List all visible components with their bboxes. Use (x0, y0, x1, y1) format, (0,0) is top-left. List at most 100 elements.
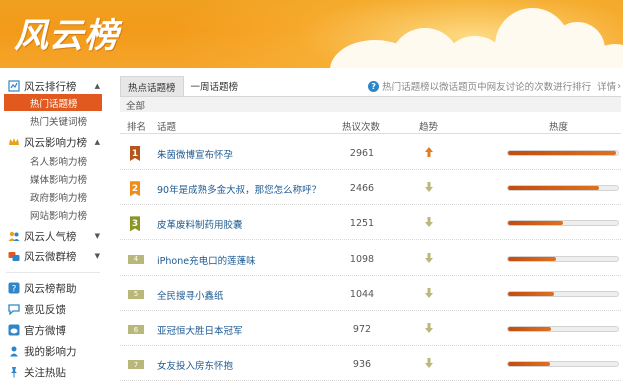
sidebar-link-feedback[interactable]: 意见反馈 (8, 299, 100, 319)
sidebar-link-label: 关注热贴 (24, 366, 66, 379)
weibo-icon (8, 324, 20, 336)
topic-link[interactable]: 亚冠恒大胜日本冠军 (157, 323, 243, 337)
table-row[interactable]: 1 朱茵微博宣布怀孕 2961 (120, 135, 621, 170)
person-icon (8, 345, 20, 357)
column-count: 热议次数 (342, 122, 381, 133)
notice-text: 热门话题榜以微话题页中网友讨论的次数进行排行 (382, 82, 592, 93)
question-icon: ? (368, 80, 380, 92)
table-row[interactable]: 3 皮革废料制药用胶囊 1251 (120, 205, 621, 241)
sidebar-group-ranking[interactable]: 风云排行榜 ▲ (8, 76, 100, 96)
collapse-icon[interactable]: ▲ (95, 138, 100, 146)
heat-bar-fill (508, 221, 563, 226)
topic-link[interactable]: 皮革废料制药用胶囊 (157, 217, 243, 231)
heat-bar (507, 326, 619, 332)
people-icon (8, 230, 20, 242)
rank-badge: 1 (130, 146, 140, 161)
trend-down-icon (425, 287, 433, 298)
sidebar-group-popularity[interactable]: 风云人气榜 ▼ (8, 226, 100, 246)
discussion-count: 2466 (349, 183, 375, 195)
feedback-icon (8, 303, 20, 315)
svg-text:?: ? (12, 285, 17, 295)
sidebar-link-label: 意见反馈 (24, 303, 66, 316)
heat-bar (507, 220, 619, 227)
table-row[interactable]: 5 全民搜寻小鑫纸 1044 (120, 276, 621, 311)
column-trend: 趋势 (419, 122, 439, 133)
sidebar-link-follow-hot[interactable]: 关注热贴 (8, 362, 100, 382)
table-row[interactable]: 4 iPhone充电口的莲蓬味 1098 (120, 241, 621, 276)
table-row[interactable]: 2 90年是成熟多金大叔，那您怎么称呼？ 2466 (120, 170, 621, 206)
sidebar-item-website[interactable]: 网站影响力榜 (4, 206, 102, 223)
discussion-count: 1251 (349, 218, 375, 230)
table-header: 排名 话题 热议次数 趋势 热度 (120, 116, 621, 134)
expand-icon[interactable]: ▼ (95, 232, 100, 240)
expand-icon[interactable]: ▼ (95, 252, 100, 260)
rank-badge: 7 (128, 360, 144, 370)
rank-badge: 6 (128, 325, 144, 334)
main-content: 热点话题榜 一周话题榜 ? 热门话题榜以微话题页中网友讨论的次数进行排行 详情 … (118, 68, 623, 383)
sidebar-link-my-influence[interactable]: 我的影响力 (8, 341, 100, 361)
heat-bar (507, 255, 619, 262)
topic-link[interactable]: 朱茵微博宣布怀孕 (157, 147, 233, 161)
collapse-icon[interactable]: ▲ (95, 82, 100, 90)
notice-detail-link[interactable]: 详情 (597, 79, 616, 93)
ranking-icon (8, 80, 20, 92)
help-icon: ? (8, 282, 20, 294)
crown-icon (8, 136, 20, 148)
tab-weekly-topics[interactable]: 一周话题榜 (184, 76, 246, 96)
sidebar-item-hot-topics[interactable]: 热门话题榜 (4, 94, 102, 111)
rank-badge: 5 (128, 289, 144, 299)
header-banner: 风云榜 (0, 0, 623, 68)
heat-bar-fill (508, 151, 616, 155)
sidebar-link-label: 我的影响力 (24, 345, 77, 358)
site-logo[interactable]: 风云榜 (14, 8, 119, 56)
sidebar-link-label: 风云榜帮助 (24, 282, 77, 295)
group-icon (8, 250, 20, 262)
rank-badge: 2 (130, 181, 140, 197)
heat-bar-fill (508, 256, 557, 261)
sidebar-link-help[interactable]: ? 风云榜帮助 (8, 278, 100, 298)
column-rank: 排名 (127, 122, 147, 133)
sidebar-group-influence[interactable]: 风云影响力榜 ▲ (8, 132, 100, 152)
sidebar-group-label: 风云微群榜 (24, 250, 77, 263)
sidebar-item-hot-keywords[interactable]: 热门关键词榜 (4, 112, 102, 129)
sidebar-group-label: 风云排行榜 (24, 80, 77, 93)
rank-badge: 4 (128, 254, 144, 264)
discussion-count: 1098 (349, 253, 375, 265)
table-row[interactable]: 6 亚冠恒大胜日本冠军 972 (120, 311, 621, 346)
topic-link[interactable]: 全民搜寻小鑫纸 (157, 288, 224, 302)
heat-bar-fill (508, 362, 550, 367)
trend-down-icon (425, 182, 433, 193)
topic-link[interactable]: iPhone充电口的莲蓬味 (157, 253, 256, 267)
topic-link[interactable]: 90年是成熟多金大叔，那您怎么称呼？ (157, 182, 321, 196)
sidebar-link-official-weibo[interactable]: 官方微博 (8, 320, 100, 340)
sidebar: 风云排行榜 ▲ 热门话题榜 热门关键词榜 风云影响力榜 ▲ 名人影响力榜 媒体影… (0, 68, 104, 383)
topic-link[interactable]: 女友投入房东怀抱 (157, 358, 233, 372)
heat-bar (507, 150, 619, 156)
filter-all[interactable]: 全部 (120, 96, 621, 112)
sidebar-item-celebrity[interactable]: 名人影响力榜 (4, 152, 102, 169)
sidebar-item-government[interactable]: 政府影响力榜 (4, 188, 102, 205)
trend-up-icon (425, 147, 433, 157)
discussion-count: 1044 (349, 288, 375, 300)
tab-bar: 热点话题榜 一周话题榜 (120, 76, 245, 96)
table-row[interactable]: 7 女友投入房东怀抱 936 (120, 346, 621, 382)
notice: ? 热门话题榜以微话题页中网友讨论的次数进行排行 详情 › (368, 79, 621, 93)
heat-bar (507, 290, 619, 297)
sidebar-item-media[interactable]: 媒体影响力榜 (4, 170, 102, 187)
rank-badge: 3 (130, 216, 140, 232)
sidebar-group-microgroup[interactable]: 风云微群榜 ▼ (8, 246, 100, 266)
tab-hot-topics[interactable]: 热点话题榜 (120, 76, 184, 96)
trend-down-icon (425, 252, 433, 263)
sidebar-link-label: 官方微博 (24, 324, 66, 337)
heat-bar (507, 185, 619, 192)
column-heat: 热度 (549, 122, 569, 133)
sidebar-divider (6, 272, 100, 273)
chevron-right-icon[interactable]: › (617, 81, 621, 92)
trend-down-icon (425, 217, 433, 228)
pin-icon (8, 366, 20, 378)
trend-down-icon (425, 323, 433, 333)
heat-bar-fill (508, 186, 600, 191)
sidebar-group-label: 风云人气榜 (24, 230, 77, 243)
trend-down-icon (425, 358, 433, 369)
heat-bar-fill (508, 291, 555, 296)
